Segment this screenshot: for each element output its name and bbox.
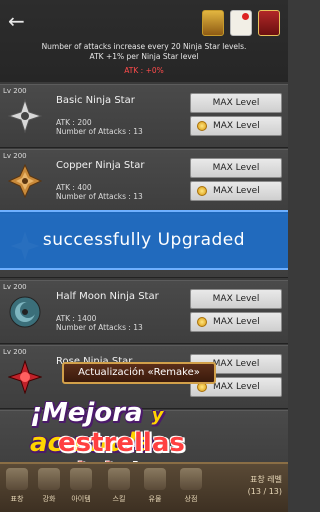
header-info: Number of attacks increase every 20 Ninj… (0, 42, 288, 62)
nav-item-skill[interactable]: 스킬 (104, 468, 134, 510)
nav-label: 상점 (184, 495, 198, 503)
promo-mejora: ¡Mejora (30, 398, 143, 428)
shop-nav-icon (180, 468, 202, 490)
notice-icon[interactable] (230, 10, 252, 36)
star-attacks: Number of Attacks : 13 (56, 192, 143, 201)
star-atk: ATK : 200 (56, 118, 92, 127)
page-label: 표창 레벨 (250, 475, 282, 484)
page-info: 표창 레벨 (13 / 13) (248, 474, 282, 498)
back-arrow-icon[interactable]: ← (8, 10, 30, 32)
info-line-2: ATK +1% per Ninja Star level (89, 52, 199, 61)
max-level-label: MAX Level (213, 186, 260, 196)
basic-ninja-star-icon (6, 97, 44, 135)
nav-label: 유물 (148, 495, 162, 503)
max-level-coin-button[interactable]: MAX Level (190, 181, 282, 201)
upgrade-nav-icon (38, 468, 60, 490)
max-level-label: MAX Level (213, 382, 260, 392)
top-icons (202, 10, 280, 36)
nav-label: 아이템 (71, 495, 91, 503)
nav-label: 강화 (42, 495, 56, 503)
star-nav-icon (6, 468, 28, 490)
list-item: Lv 200 Half Moon Ninja Star ATK : 1400 N… (0, 280, 288, 344)
max-level-label: MAX Level (213, 317, 260, 327)
star-atk: ATK : 1400 (56, 314, 97, 323)
promo-y: y (151, 405, 164, 426)
nav-item-items[interactable]: 아이템 (66, 468, 96, 510)
info-line-1: Number of attacks increase every 20 Ninj… (41, 42, 247, 51)
list-item: Lv 200 Basic Ninja Star ATK : 200 Number… (0, 84, 288, 148)
max-level-button[interactable]: MAX Level (190, 158, 282, 178)
header-panel: ← Number of attacks increase every 20 Ni… (0, 0, 288, 82)
nav-label: 표창 (10, 495, 24, 503)
coin-icon (197, 317, 207, 327)
coin-icon (197, 121, 207, 131)
atk-bonus-text: ATK : +0% (124, 66, 164, 75)
nav-item-star[interactable]: 표창 (2, 468, 32, 510)
remake-label: Actualización «Remake» (62, 362, 216, 384)
star-attacks: Number of Attacks : 13 (56, 127, 143, 136)
level-label: Lv 200 (3, 152, 27, 160)
card-icon[interactable] (258, 10, 280, 36)
nav-label: 스킬 (112, 495, 126, 503)
level-label: Lv 200 (3, 283, 27, 291)
copper-ninja-star-icon (6, 162, 44, 200)
bottom-nav: 표창 강화 아이템 스킬 유물 상점 표창 레벨 (13 / 13) (0, 462, 288, 512)
nav-item-relic[interactable]: 유물 (140, 468, 170, 510)
max-level-coin-button[interactable]: MAX Level (190, 116, 282, 136)
star-name: Half Moon Ninja Star (56, 291, 159, 302)
page-count: (13 / 13) (247, 487, 282, 496)
star-atk: ATK : 400 (56, 183, 92, 192)
half-moon-ninja-star-icon (6, 293, 44, 331)
max-level-label: MAX Level (213, 121, 260, 131)
gift-icon[interactable] (202, 10, 224, 36)
nav-item-shop[interactable]: 상점 (176, 468, 206, 510)
star-name: Copper Ninja Star (56, 160, 145, 171)
relic-nav-icon (144, 468, 166, 490)
nav-item-upgrade[interactable]: 강화 (34, 468, 64, 510)
success-banner: successfully Upgraded (0, 210, 288, 270)
items-nav-icon (70, 468, 92, 490)
star-attacks: Number of Attacks : 13 (56, 323, 143, 332)
success-text: successfully Upgraded (42, 230, 246, 250)
level-label: Lv 200 (3, 348, 27, 356)
list-item: Lv 200 Copper Ninja Star ATK : 400 Numbe… (0, 149, 288, 213)
skill-nav-icon (108, 468, 130, 490)
max-level-button[interactable]: MAX Level (190, 93, 282, 113)
max-level-button[interactable]: MAX Level (190, 289, 282, 309)
level-label: Lv 200 (3, 87, 27, 95)
max-level-coin-button[interactable]: MAX Level (190, 312, 282, 332)
star-name: Basic Ninja Star (56, 95, 135, 106)
coin-icon (197, 186, 207, 196)
rose-ninja-star-icon (6, 358, 44, 396)
